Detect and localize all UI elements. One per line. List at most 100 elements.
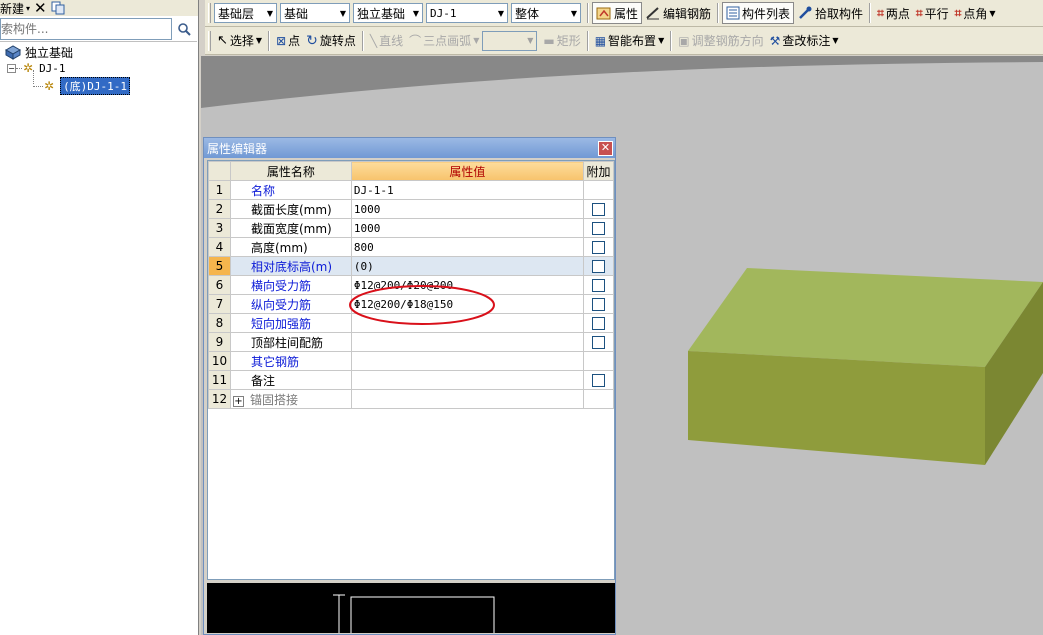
arc-icon: ⌒ [409,34,422,48]
property-name-cell: 纵向受力筋 [229,294,352,314]
dropdown-arrow-icon: ▼ [412,8,420,18]
point-button[interactable]: ⊠ 点 [273,30,303,52]
extra-checkbox[interactable] [592,241,605,254]
select-button[interactable]: ↖ 选择 ▼ [214,30,265,52]
component-select[interactable]: DJ-1 ▼ [426,3,508,23]
extra-checkbox[interactable] [592,298,605,311]
dropdown-arrow-icon: ▼ [339,8,347,18]
component-search-input[interactable] [0,18,172,40]
property-row[interactable]: 3 截面宽度(mm) 1000 [208,218,614,238]
tree-root-label: 独立基础 [25,45,74,60]
line-icon: ╲ [369,33,378,48]
scope-select[interactable]: 整体 ▼ [511,3,581,23]
property-row[interactable]: 12 + 锚固搭接 [208,389,614,409]
search-row [0,18,197,42]
eyedropper-icon [799,6,812,19]
row-index: 10 [208,351,231,371]
new-button[interactable]: 新建 ▾ [0,0,30,17]
extra-cell [583,389,614,409]
property-value-cell[interactable] [350,389,585,409]
extra-checkbox[interactable] [592,374,605,387]
search-button[interactable] [172,18,196,40]
adjust-rebar-label: 调整钢筋方向 [691,34,764,48]
point-angle-button[interactable]: ⌗ 点角 ▼ [952,2,999,24]
property-table-header: 属性名称 属性值 附加 [208,161,614,181]
extra-checkbox[interactable] [592,260,605,273]
row-index: 9 [208,332,231,352]
collapse-icon[interactable]: − [7,63,16,73]
modify-annotation-button[interactable]: ⚒ 查改标注 ▼ [767,30,842,52]
category-select-value: 基础 [284,6,309,21]
adjust-rebar-direction-button[interactable]: ▣ 调整钢筋方向 [675,30,766,52]
property-row[interactable]: 1 名称 DJ-1-1 [208,180,614,200]
type-select[interactable]: 独立基础 ▼ [353,3,423,23]
section-preview-canvas [333,594,495,633]
gear-icon: ✲ [44,79,55,93]
property-value-cell[interactable]: 1000 [350,218,585,238]
property-row[interactable]: 11 备注 [208,370,614,390]
extra-checkbox[interactable] [592,317,605,330]
category-select[interactable]: 基础 ▼ [280,3,350,23]
property-row[interactable]: 2 截面长度(mm) 1000 [208,199,614,219]
copy-icon[interactable] [51,1,65,15]
dropdown-arrow-icon: ▼ [473,36,480,45]
tree-root-row[interactable]: 独立基础 [0,44,197,60]
close-button[interactable]: ✕ [598,140,613,156]
close-icon: ✕ [600,140,611,154]
property-value-cell[interactable]: 800 [350,237,585,257]
properties-label: 属性 [614,6,639,21]
tree-selected-item[interactable]: (底)DJ-1-1 [60,77,131,95]
parallel-icon: ⌗ [915,5,923,20]
pick-component-button[interactable]: 拾取构件 [794,2,866,24]
property-value-cell[interactable]: (0) [350,256,585,276]
rect-button[interactable]: ▬ 矩形 [540,30,583,52]
type-select-value: 独立基础 [357,6,406,21]
floor-select[interactable]: 基础层 ▼ [214,3,277,23]
component-list-button[interactable]: 构件列表 [722,2,795,24]
extra-cell [583,370,614,390]
two-point-button[interactable]: ⌗ 两点 [874,2,913,24]
tree-child-row[interactable]: − ✲ DJ-1 [0,60,197,76]
properties-button[interactable]: 属性 [592,2,643,24]
select-label: 选择 [229,34,254,48]
property-value-cell[interactable]: DJ-1-1 [350,180,585,200]
floor-select-value: 基础层 [218,6,255,21]
extra-cell [583,313,614,333]
property-value-cell[interactable] [350,351,585,371]
parallel-button[interactable]: ⌗ 平行 [913,2,952,24]
rotate-point-button[interactable]: ↻ 旋转点 [303,30,359,52]
extra-cell [583,218,614,238]
extra-checkbox[interactable] [592,222,605,235]
property-editor-titlebar[interactable]: 属性编辑器 ✕ [204,138,615,158]
extra-checkbox[interactable] [592,336,605,349]
arc-mode-select[interactable]: ▼ [482,30,538,51]
row-index: 3 [208,218,231,238]
delete-icon[interactable]: ✕ [34,1,47,16]
foundation-icon [4,45,22,60]
modify-annotation-label: 查改标注 [782,34,831,48]
rotate-point-label: 旋转点 [319,34,356,48]
tree-leaf-row[interactable]: ✲ (底)DJ-1-1 [0,70,197,95]
extra-cell [583,256,614,276]
expand-icon[interactable]: + [232,395,244,407]
three-point-arc-button[interactable]: ⌒ 三点画弧 ▼ [406,30,482,52]
smart-layout-button[interactable]: ▦ 智能布置 ▼ [592,30,668,52]
row-index: 1 [208,180,231,200]
extra-checkbox[interactable] [592,279,605,292]
property-name: 锚固搭接 [249,392,298,407]
property-value-cell[interactable] [350,370,585,390]
property-row[interactable]: 5 相对底标高(m) (0) [208,256,614,276]
header-extra: 附加 [583,161,614,181]
edit-rebar-button[interactable]: 编辑钢筋 [642,2,714,24]
property-value-cell[interactable] [350,332,585,352]
property-name-cell: 截面长度(mm) [229,199,352,219]
property-value-cell[interactable]: 1000 [350,199,585,219]
property-row[interactable]: 10 其它钢筋 [208,351,614,371]
extra-cell [583,332,614,352]
property-name-cell: + 锚固搭接 [229,389,352,409]
property-row[interactable]: 4 高度(mm) 800 [208,237,614,257]
line-button[interactable]: ╲ 直线 [367,30,406,52]
foundation-block-3d[interactable] [688,70,1043,465]
property-row[interactable]: 9 顶部柱间配筋 [208,332,614,352]
extra-checkbox[interactable] [592,203,605,216]
